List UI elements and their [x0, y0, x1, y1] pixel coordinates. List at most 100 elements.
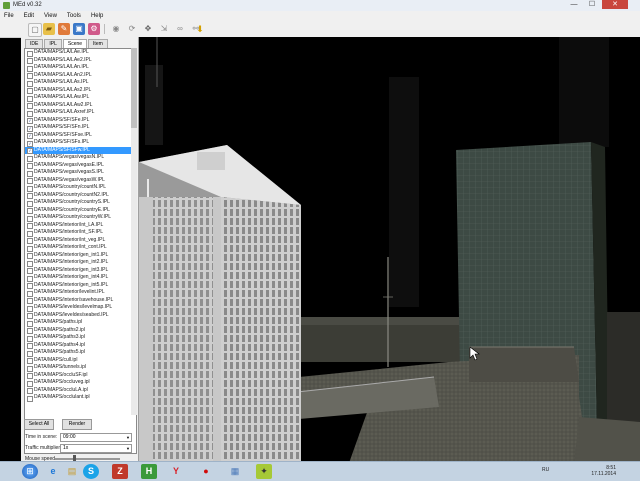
list-item[interactable]: DATA/MAPS/paths3.ipl	[25, 334, 136, 342]
image-icon[interactable]: ▣	[73, 23, 85, 35]
skype-icon[interactable]: S	[83, 464, 99, 479]
list-item-label: DATA/MAPS/paths5.ipl	[34, 349, 85, 355]
file-list-scrollbar[interactable]	[131, 48, 137, 415]
list-item-label: DATA/MAPS/LA/LAw.IPL	[34, 94, 90, 100]
menu-edit[interactable]: Edit	[24, 11, 34, 21]
list-item[interactable]: DATA/MAPS/interior/levelint.IPL	[25, 289, 136, 297]
list-item[interactable]: DATA/MAPS/interior/int_SF.IPL	[25, 229, 136, 237]
select-all-button[interactable]: Select All	[24, 419, 54, 430]
scrollbar-thumb[interactable]	[131, 48, 137, 128]
tab-item[interactable]: Item	[88, 39, 108, 48]
list-item-label: DATA/MAPS/paths2.ipl	[34, 326, 85, 333]
list-item[interactable]: DATA/MAPS/paths5.ipl	[25, 349, 136, 357]
list-item[interactable]: DATA/MAPS/interior/int_LA.IPL	[25, 222, 136, 229]
checkbox[interactable]	[27, 395, 33, 402]
link-icon[interactable]: ∞	[174, 23, 186, 35]
list-item[interactable]: DATA/MAPS/LA/LAw.IPL	[25, 94, 136, 102]
traffic-select[interactable]: 1x ▼	[60, 444, 132, 453]
list-item[interactable]: DATA/MAPS/LA/LAe2.IPL	[25, 57, 136, 64]
list-item-label: DATA/MAPS/occlulant.ipl	[34, 394, 90, 400]
menu-file[interactable]: File	[4, 11, 14, 21]
list-item[interactable]: DATA/MAPS/country/countryW.IPL	[25, 214, 136, 222]
list-item[interactable]: DATA/MAPS/paths4.ipl	[25, 342, 136, 349]
settings-icon[interactable]: ⚙	[88, 23, 100, 35]
mouse-speed-slider[interactable]	[55, 458, 120, 460]
open-folder-icon[interactable]: ▰	[43, 23, 55, 35]
select-icon[interactable]: ◉	[110, 23, 122, 35]
list-item[interactable]: DATA/MAPS/vegas/vegasN.IPL	[25, 154, 136, 162]
list-item[interactable]: DATA/MAPS/paths2.ipl	[25, 326, 136, 334]
list-item[interactable]: ✓ DATA/MAPS/SF/SFe.IPL	[25, 117, 136, 124]
minimize-button[interactable]: —	[566, 0, 582, 9]
list-item[interactable]: DATA/MAPS/LA/LAe.IPL	[25, 49, 136, 57]
list-item[interactable]: DATA/MAPS/interior/gen_int3.IPL	[25, 267, 136, 274]
list-item[interactable]: DATA/MAPS/LA/LAxref.IPL	[25, 109, 136, 117]
list-item[interactable]: DATA/MAPS/interior/savehouse.IPL	[25, 297, 136, 304]
download-icon[interactable]: ⬇	[194, 23, 206, 35]
list-item[interactable]: DATA/MAPS/LA/LAn.IPL	[25, 64, 136, 72]
med-icon[interactable]: ✦	[256, 464, 272, 479]
list-item[interactable]: DATA/MAPS/LA/LAs.IPL	[25, 79, 136, 87]
explorer-icon[interactable]: ▤	[64, 464, 80, 479]
move-icon[interactable]: ✥	[142, 23, 154, 35]
toolbar-separator	[104, 24, 105, 34]
list-item[interactable]: DATA/MAPS/country/countryS.IPL	[25, 199, 136, 207]
list-item[interactable]: ✓ DATA/MAPS/SF/SFw.IPL	[25, 146, 136, 154]
list-item[interactable]: DATA/MAPS/interior/gen_int4.IPL	[25, 274, 136, 282]
maximize-button[interactable]: ☐	[584, 0, 600, 9]
tab-ipl[interactable]: IPL	[44, 39, 62, 48]
clock[interactable]: 8:51 17.11.2014	[591, 465, 616, 477]
list-item[interactable]: DATA/MAPS/vegas/vegasW.IPL	[25, 177, 136, 184]
list-item[interactable]: DATA/MAPS/cull.ipl	[25, 357, 136, 364]
language-indicator[interactable]: RU	[542, 467, 549, 473]
list-item-label: DATA/MAPS/country/countryE.IPL	[34, 206, 110, 213]
list-item[interactable]: DATA/MAPS/interior/gen_int1.IPL	[25, 252, 136, 259]
list-item[interactable]: DATA/MAPS/interior/int_cont.IPL	[25, 244, 136, 252]
rotate-icon[interactable]: ⟳	[126, 23, 138, 35]
paint-icon[interactable]: ✎	[58, 23, 70, 35]
3d-viewport[interactable]	[139, 37, 640, 463]
list-item[interactable]: DATA/MAPS/leveldes/seabed.IPL	[25, 312, 136, 319]
filezilla-icon[interactable]: Z	[112, 464, 128, 479]
list-item[interactable]: DATA/MAPS/occlulant.ipl	[25, 394, 136, 402]
list-item[interactable]: DATA/MAPS/country/countN2.IPL	[25, 192, 136, 199]
close-button[interactable]: ✕	[602, 0, 628, 9]
list-item[interactable]: DATA/MAPS/paths.ipl	[25, 319, 136, 327]
new-file-icon[interactable]: ▢	[28, 23, 42, 37]
list-item[interactable]: ✓ DATA/MAPS/SF/SFse.IPL	[25, 132, 136, 139]
tab-ide[interactable]: IDE	[25, 39, 44, 48]
menu-help[interactable]: Help	[91, 11, 103, 21]
list-item[interactable]: DATA/MAPS/tunnels.ipl	[25, 364, 136, 372]
list-item[interactable]: DATA/MAPS/vegas/vegasS.IPL	[25, 169, 136, 177]
menu-tools[interactable]: Tools	[67, 11, 81, 21]
list-item[interactable]: DATA/MAPS/country/countN.IPL	[25, 184, 136, 192]
list-item[interactable]: ✓ DATA/MAPS/SF/SFs.IPL	[25, 139, 136, 147]
scale-icon[interactable]: ⇲	[158, 23, 170, 35]
menu-view[interactable]: View	[44, 11, 57, 21]
list-item[interactable]: DATA/MAPS/interior/gen_int5.IPL	[25, 282, 136, 289]
yandex-icon[interactable]: Y	[168, 464, 184, 479]
list-item-label: DATA/MAPS/LA/LAn2.IPL	[34, 71, 92, 78]
list-item-label: DATA/MAPS/interior/levelint.IPL	[34, 289, 105, 295]
list-item[interactable]: DATA/MAPS/LA/LAs2.IPL	[25, 87, 136, 94]
green-app-icon[interactable]: H	[141, 464, 157, 479]
red-ball-icon[interactable]: ●	[198, 464, 214, 479]
list-item[interactable]: ✓ DATA/MAPS/SF/SFn.IPL	[25, 124, 136, 132]
start-icon[interactable]: ⊞	[22, 464, 38, 479]
list-item[interactable]: DATA/MAPS/vegas/vegasE.IPL	[25, 162, 136, 169]
list-item[interactable]: DATA/MAPS/LA/LAn2.IPL	[25, 71, 136, 79]
ipl-file-list[interactable]: DATA/MAPS/LA/LAe.IPL DATA/MAPS/LA/LAe2.IP…	[24, 48, 137, 454]
list-item[interactable]: DATA/MAPS/interior/int_veg.IPL	[25, 237, 136, 244]
ie-icon[interactable]: e	[45, 464, 61, 479]
list-item[interactable]: DATA/MAPS/occluSF.ipl	[25, 372, 136, 379]
list-item[interactable]: DATA/MAPS/leveldes/levelmap.IPL	[25, 304, 136, 312]
list-item-label: DATA/MAPS/interior/gen_int2.IPL	[34, 259, 109, 265]
photo-viewer-icon[interactable]: ▦	[227, 464, 243, 479]
list-item[interactable]: DATA/MAPS/occluLA.ipl	[25, 387, 136, 394]
list-item[interactable]: DATA/MAPS/country/countryE.IPL	[25, 206, 136, 214]
list-item[interactable]: DATA/MAPS/LA/LAw2.IPL	[25, 102, 136, 109]
render-button[interactable]: Render	[62, 419, 92, 430]
list-item[interactable]: DATA/MAPS/interior/gen_int2.IPL	[25, 259, 136, 267]
list-item[interactable]: DATA/MAPS/occluveg.ipl	[25, 379, 136, 387]
time-select[interactable]: 09:00 ▼	[60, 433, 132, 442]
